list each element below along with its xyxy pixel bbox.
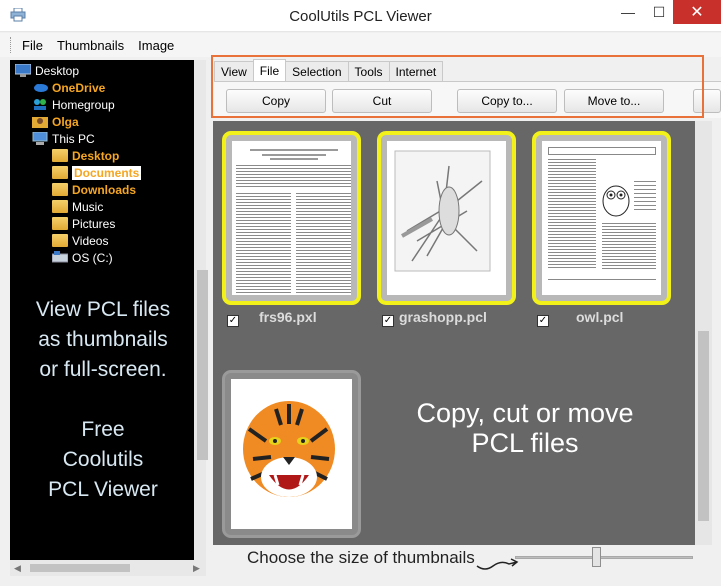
promo-caption-line: Copy, cut or move	[416, 398, 634, 428]
menu-file[interactable]: File	[22, 38, 43, 53]
tree-item-label: Downloads	[72, 182, 137, 197]
tree-item-label: OneDrive	[52, 80, 106, 95]
owl-icon	[602, 185, 630, 217]
tree-item-music[interactable]: Music	[52, 198, 103, 215]
tree-item-label: Desktop	[35, 63, 80, 78]
tiger-preview	[231, 379, 352, 529]
promo-text: Free	[81, 418, 125, 441]
tree-item-os-c[interactable]: OS (C:)	[52, 249, 113, 266]
promo-caption-line: PCL files	[471, 428, 579, 458]
tree-item-pictures[interactable]: Pictures	[52, 215, 115, 232]
tree-item-label: Videos	[72, 233, 109, 248]
document-preview	[232, 141, 351, 295]
tree-horizontal-scrollbar[interactable]: ◀ ▶	[10, 560, 206, 576]
thumbnail-frs96[interactable]	[222, 131, 361, 305]
maximize-button[interactable]: ☐	[645, 0, 673, 24]
pictures-folder-icon	[52, 217, 68, 230]
tree-item-label: OS (C:)	[72, 250, 113, 265]
thumbnail-tiger[interactable]	[222, 370, 361, 538]
promo-text: as thumbnails	[38, 328, 168, 351]
promo-text: Coolutils	[62, 448, 144, 471]
tree-item-label: Olga	[52, 114, 79, 129]
thumbnail-size-track[interactable]	[515, 556, 693, 559]
tree-hscroll-thumb[interactable]	[30, 564, 130, 572]
thumbnail-filename: grashopp.pcl	[399, 309, 487, 325]
homegroup-icon	[34, 99, 46, 110]
tiger-image	[243, 401, 335, 497]
tree-item-label: Documents	[72, 165, 142, 180]
desktop-icon	[15, 64, 31, 77]
videos-folder-icon	[52, 234, 68, 247]
menu-grip	[10, 37, 12, 53]
tree-vertical-scrollbar[interactable]	[194, 60, 208, 560]
music-folder-icon	[52, 200, 68, 213]
tree-item-olga[interactable]: Olga	[32, 113, 79, 130]
tree-item-label: Homegroup	[52, 97, 115, 112]
tree-item-this-pc[interactable]: This PC	[32, 130, 95, 147]
tree-item-label: Desktop	[72, 148, 120, 163]
thumbnail-scrollbar[interactable]	[695, 121, 712, 545]
promo-caption: Copy, cut or move PCL files	[385, 398, 665, 458]
menu-image[interactable]: Image	[138, 38, 174, 53]
ribbon-highlight	[211, 55, 704, 118]
tree-item-label: This PC	[52, 131, 95, 146]
menu-thumbnails[interactable]: Thumbnails	[57, 38, 124, 53]
cloud-icon	[34, 84, 48, 92]
grasshopper-drawing	[394, 150, 491, 272]
folder-icon	[52, 149, 68, 162]
promo-text: or full-screen.	[39, 358, 167, 381]
tree-scroll-thumb[interactable]	[197, 270, 208, 460]
tree-item-label: Pictures	[72, 216, 116, 231]
folder-tree: Desktop OneDrive Homegroup Olga This PC …	[10, 60, 204, 560]
thumbnail-size-slider[interactable]	[592, 547, 601, 567]
slider-label: Choose the size of thumbnails	[247, 548, 475, 567]
checkbox-owl[interactable]: ✓	[537, 315, 549, 327]
title-bar: CoolUtils PCL Viewer — ☐ ✕	[0, 0, 721, 32]
tree-item-desktop[interactable]: Desktop	[15, 62, 79, 79]
tree-item-downloads[interactable]: Downloads	[52, 181, 136, 198]
promo-text: PCL Viewer	[48, 478, 158, 501]
pointer-arrow-icon	[476, 558, 519, 570]
folder-icon	[52, 183, 68, 196]
tree-item-videos[interactable]: Videos	[52, 232, 108, 249]
thumbnail-grashopp[interactable]	[377, 131, 516, 305]
grasshopper-preview	[387, 141, 506, 295]
thumbnail-owl[interactable]	[532, 131, 671, 305]
tree-item-documents[interactable]: Documents	[52, 164, 142, 181]
scroll-left-icon[interactable]: ◀	[14, 563, 21, 574]
drive-icon	[52, 251, 68, 263]
thumbnail-scroll-thumb[interactable]	[698, 331, 709, 521]
scroll-right-icon[interactable]: ▶	[193, 563, 200, 574]
promo-text: View PCL files	[35, 298, 171, 321]
computer-icon	[32, 132, 48, 145]
user-folder-icon	[32, 117, 48, 128]
close-button[interactable]: ✕	[673, 0, 721, 24]
menu-bar: File Thumbnails Image	[0, 33, 721, 57]
checkbox-grashopp[interactable]: ✓	[382, 315, 394, 327]
minimize-button[interactable]: —	[611, 0, 645, 24]
owl-preview	[542, 141, 661, 295]
tree-item-desktop-folder[interactable]: Desktop	[52, 147, 119, 164]
bottom-scrollbar[interactable]	[213, 571, 721, 586]
folder-icon	[52, 166, 68, 179]
thumbnail-filename: owl.pcl	[576, 309, 624, 325]
tree-item-onedrive[interactable]: OneDrive	[32, 79, 105, 96]
checkbox-frs96[interactable]: ✓	[227, 315, 239, 327]
tree-item-label: Music	[72, 199, 104, 214]
tree-item-homegroup[interactable]: Homegroup	[32, 96, 115, 113]
thumbnail-filename: frs96.pxl	[259, 309, 317, 325]
